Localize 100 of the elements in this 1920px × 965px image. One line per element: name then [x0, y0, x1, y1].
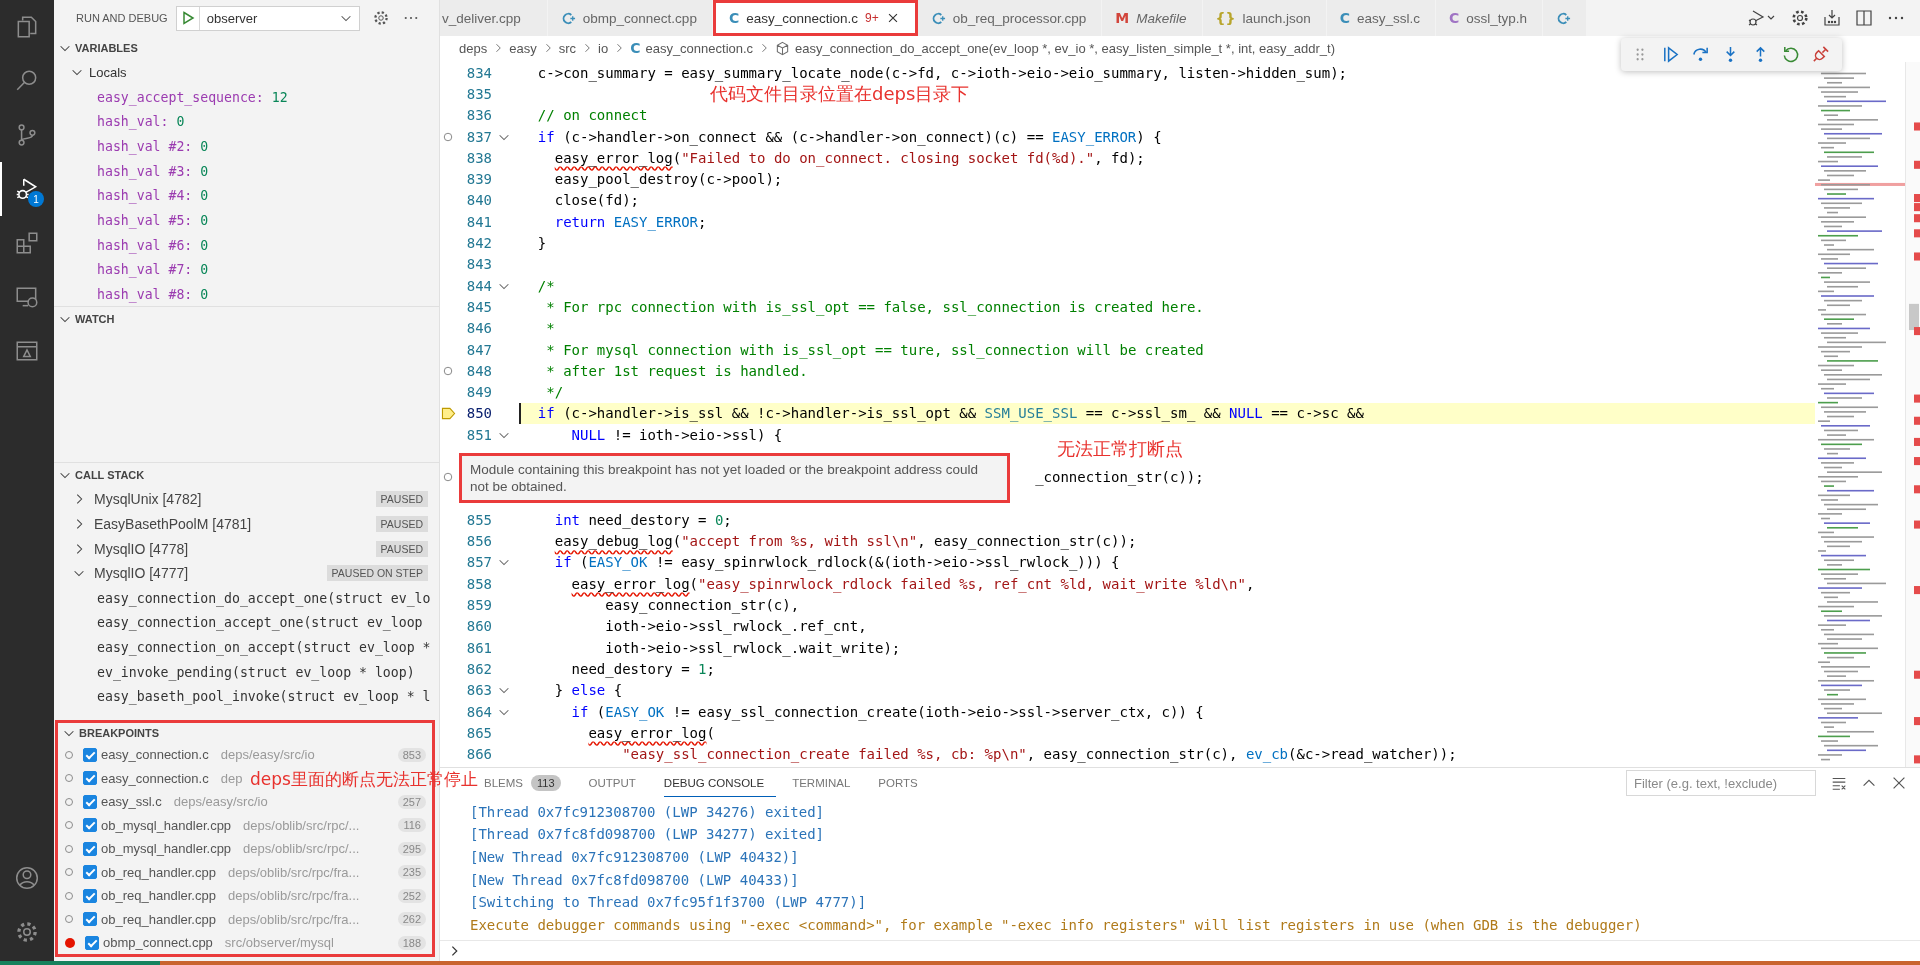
- code-line: easy_debug_log("accept from %s, with ssl\n", easy_connection_str(c));: [554, 533, 1137, 550]
- checkbox[interactable]: [85, 935, 99, 950]
- status-badge: PAUSED: [375, 516, 428, 533]
- editor-tab[interactable]: v_deliver.cpp: [440, 0, 548, 36]
- editor-tab[interactable]: [1543, 0, 1588, 36]
- stack-frame[interactable]: easy_connection_on_accept(struct ev_loop *: [97, 639, 431, 655]
- panel-tab[interactable]: OUTPUT: [588, 769, 648, 798]
- breadcrumb-item[interactable]: easy_connection.c: [645, 40, 754, 56]
- breakpoint-file[interactable]: easy_ssl.c: [101, 794, 162, 810]
- account-icon[interactable]: [14, 865, 40, 891]
- breakpoint-file[interactable]: ob_mysql_handler.cpp: [101, 841, 232, 857]
- variable-item[interactable]: hash_val #6: 0: [54, 232, 439, 258]
- variable-item[interactable]: hash_val #2: 0: [54, 134, 439, 159]
- line-number: 849: [465, 384, 492, 401]
- thread-item[interactable]: MysqlIO [4778]: [94, 540, 368, 557]
- cpp-file-icon: [560, 10, 576, 26]
- variable-item[interactable]: hash_val #8: 0: [54, 282, 439, 306]
- overview-ruler[interactable]: [1905, 62, 1920, 768]
- line-number: 851: [465, 426, 492, 443]
- checkbox[interactable]: [83, 771, 97, 786]
- editor-tab[interactable]: obmp_connect.cpp: [547, 0, 713, 36]
- code-line: c->con_summary = easy_summary_locate_node(c->fd, c->ioth->eio->eio_summary, listen->hidden_sum);: [537, 64, 1347, 81]
- console-line: Execute debugger commands using "-exec <command>", for example "-exec info registers" will list registers in use (when GDB is the debugger): [470, 916, 1642, 933]
- line-number: 859: [465, 597, 492, 614]
- code-line: */: [546, 384, 564, 401]
- variable-item[interactable]: hash_val #4: 0: [54, 183, 439, 209]
- section-header[interactable]: VARIABLES: [54, 36, 439, 60]
- section-header[interactable]: CALL STACK: [54, 463, 439, 487]
- settings-icon[interactable]: [14, 919, 40, 945]
- thread-item[interactable]: MysqlIO [4777]: [94, 565, 319, 582]
- breakpoint-file[interactable]: obmp_connect.cpp: [103, 935, 213, 951]
- variable-item[interactable]: hash_val #7: 0: [54, 257, 439, 283]
- breakpoint-icon[interactable]: [443, 365, 453, 376]
- breakpoint-file[interactable]: easy_connection.c: [101, 747, 209, 763]
- variable-item[interactable]: hash_val #5: 0: [54, 208, 439, 233]
- breakpoint-file[interactable]: ob_mysql_handler.cpp: [101, 817, 232, 833]
- settings-icon[interactable]: [371, 9, 390, 27]
- line-number: 845: [465, 298, 492, 315]
- breakpoint-file[interactable]: ob_req_handler.cpp: [101, 888, 216, 904]
- checkbox[interactable]: [83, 747, 97, 762]
- code-line: * For rpc connection with is_ssl_opt == false, ssl_connection is created here.: [546, 298, 1204, 315]
- run-debug-icon[interactable]: [14, 176, 40, 202]
- panel-tab[interactable]: PORTS: [878, 769, 930, 798]
- settings-icon[interactable]: [1790, 8, 1810, 28]
- thread-item[interactable]: MysqlUnix [4782]: [94, 491, 368, 508]
- checkbox[interactable]: [83, 841, 97, 856]
- variable-item[interactable]: hash_val: 0: [54, 109, 439, 135]
- breadcrumb-item[interactable]: easy: [509, 40, 537, 56]
- split-editor-icon[interactable]: [1854, 8, 1874, 28]
- panel-tab[interactable]: TERMINAL: [792, 769, 863, 798]
- stack-frame[interactable]: easy_baseth_pool_invoke(struct ev_loop * l: [97, 689, 431, 705]
- checkbox[interactable]: [83, 818, 97, 833]
- editor-tab[interactable]: ob_req_processor.cpp: [917, 0, 1103, 36]
- tray-arrow-icon[interactable]: [1822, 8, 1842, 28]
- disconnect-icon[interactable]: [1811, 45, 1830, 64]
- breakpoint-path: deps/oblib/src/rpc/...: [243, 817, 360, 833]
- line-number: 848: [465, 362, 492, 379]
- section-header[interactable]: BREAKPOINTS: [58, 723, 432, 743]
- panel-tab[interactable]: DEBUG CONSOLE: [663, 769, 777, 798]
- checkbox[interactable]: [83, 888, 97, 903]
- continue-icon[interactable]: [1661, 45, 1680, 64]
- breakpoint-path: src/observer/mysql: [224, 935, 334, 951]
- breakpoint-file[interactable]: easy_connection.c: [101, 770, 209, 786]
- line-number: 858: [465, 575, 492, 592]
- editor-tab[interactable]: C easy_connection.c 9+: [712, 0, 918, 36]
- restart-icon[interactable]: [1781, 45, 1800, 64]
- section-header[interactable]: WATCH: [54, 307, 439, 331]
- stack-frame[interactable]: easy_connection_accept_one(struct ev_loop: [97, 615, 423, 631]
- editor-tab[interactable]: M Makefile: [1102, 0, 1203, 36]
- editor-tab[interactable]: C easy_ssl.c: [1326, 0, 1437, 36]
- stack-frame[interactable]: ev_invoke_pending(struct ev_loop * loop): [97, 664, 415, 680]
- breadcrumb-item[interactable]: deps: [459, 40, 488, 56]
- breakpoint-icon[interactable]: [443, 472, 453, 483]
- code-line: ioth->eio->ssl_rwlock_.ref_cnt,: [605, 618, 867, 635]
- count-badge: 113: [531, 774, 561, 791]
- checkbox[interactable]: [83, 912, 97, 927]
- code-line: if (EASY_OK != easy_ssl_connection_create(ioth->eio->ssl->server_ctx, c)) {: [571, 703, 1204, 720]
- breakpoint-icon[interactable]: [443, 131, 453, 142]
- line-number: 857: [465, 554, 492, 571]
- extensions-icon[interactable]: [14, 230, 40, 256]
- step-over-icon[interactable]: [1691, 45, 1710, 64]
- cube-icon: [775, 40, 791, 56]
- checkbox[interactable]: [83, 794, 97, 809]
- breadcrumb-item[interactable]: src: [558, 40, 576, 56]
- editor-tab[interactable]: C ossl_typ.h: [1436, 0, 1544, 36]
- scope-item[interactable]: Locals: [54, 60, 439, 85]
- thread-item[interactable]: EasyBasethPoolM [4781]: [94, 516, 368, 533]
- editor-tab[interactable]: {} launch.json: [1202, 0, 1327, 36]
- panel-tab[interactable]: BLEMS 113: [484, 769, 573, 798]
- filter-field[interactable]: Filter (e.g. text, !exclude): [1626, 770, 1816, 797]
- stack-frame[interactable]: easy_connection_do_accept_one(struct ev_lo: [97, 590, 431, 606]
- checkbox[interactable]: [83, 865, 97, 880]
- launch-config-dropdown[interactable]: observer: [175, 5, 360, 31]
- breadcrumb-item[interactable]: easy_connection_do_accept_one(ev_loop *, ev_io *, easy_listen_simple_t *, int, easy_addr_t): [795, 40, 1335, 56]
- variable-item[interactable]: hash_val #3: 0: [54, 158, 439, 184]
- breakpoint-file[interactable]: ob_req_handler.cpp: [101, 911, 216, 927]
- breakpoint-file[interactable]: ob_req_handler.cpp: [101, 864, 216, 880]
- code-line: return EASY_ERROR;: [554, 213, 707, 230]
- breadcrumb-item[interactable]: io: [598, 40, 609, 56]
- variable-item[interactable]: easy_accept_sequence: 12: [54, 84, 439, 110]
